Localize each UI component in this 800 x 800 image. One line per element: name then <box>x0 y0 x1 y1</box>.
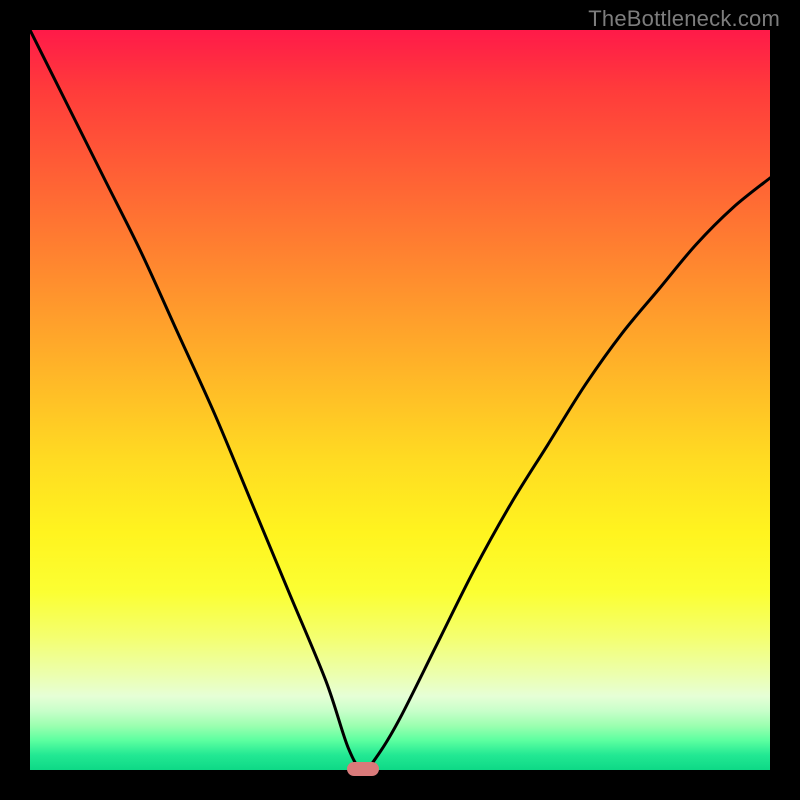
minimum-marker <box>347 762 379 776</box>
chart-frame: TheBottleneck.com <box>0 0 800 800</box>
watermark-text: TheBottleneck.com <box>588 6 780 32</box>
bottleneck-curve <box>30 30 770 770</box>
chart-plot-area <box>30 30 770 770</box>
